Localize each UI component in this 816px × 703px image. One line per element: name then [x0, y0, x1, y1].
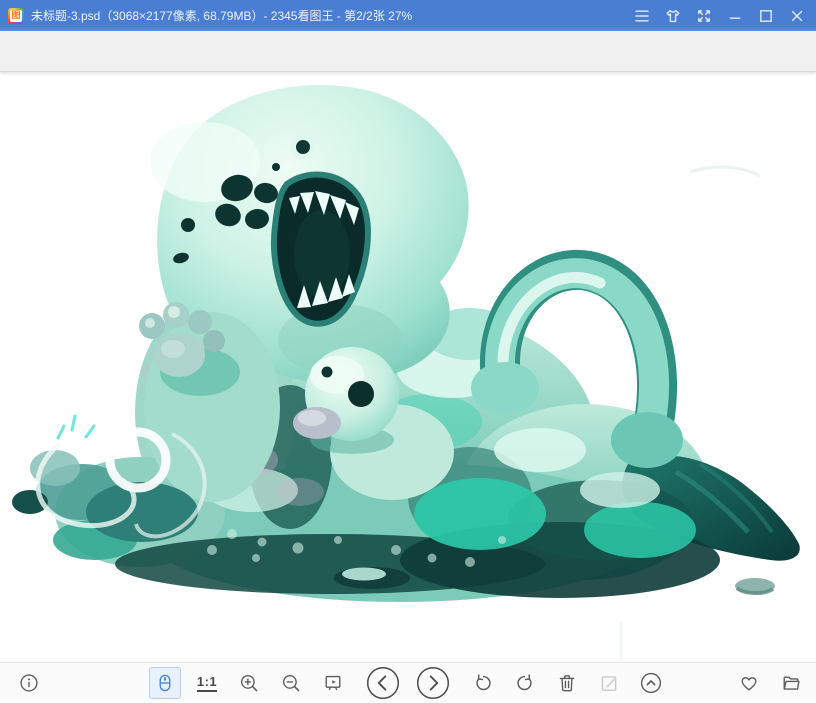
- window-controls: [626, 0, 812, 31]
- actual-size-label: 1:1: [196, 675, 218, 692]
- app-logo-icon: 图: [8, 7, 24, 24]
- pencil-square-icon: [601, 676, 617, 691]
- zoom-out-button[interactable]: [270, 663, 312, 703]
- image-info-button[interactable]: [8, 663, 50, 703]
- titlebar: 图 未标题-3.psd（3068×2177像素, 68.79MB）- 2345看…: [0, 0, 816, 31]
- app-logo-glyph: 图: [10, 9, 22, 22]
- favorite-button[interactable]: [728, 663, 770, 703]
- expand-arrows-icon: [697, 9, 710, 22]
- pan-tool-button[interactable]: [149, 667, 181, 699]
- info-circle-icon: [20, 674, 38, 692]
- bottom-toolbar: 1:1: [0, 662, 816, 702]
- close-icon: [791, 10, 802, 21]
- mouse-icon: [159, 674, 171, 692]
- image-canvas[interactable]: [0, 72, 816, 662]
- artwork-image: [12, 84, 800, 660]
- maximize-icon: [759, 9, 772, 22]
- sparkles: [56, 414, 96, 440]
- eye: [296, 140, 310, 154]
- tshirt-icon: [666, 9, 679, 22]
- chevron-right-circle-icon: [416, 666, 450, 700]
- slideshow-play-icon: [325, 675, 341, 691]
- chevron-left-circle-icon: [366, 666, 400, 700]
- magnifier-minus-icon: [282, 674, 300, 692]
- next-image-button[interactable]: [412, 663, 454, 703]
- minimize-button[interactable]: [719, 0, 750, 31]
- heart-icon: [741, 677, 757, 691]
- zoom-in-button[interactable]: [228, 663, 270, 703]
- main-menu-button[interactable]: [626, 0, 657, 31]
- rotate-cw-icon: [517, 674, 532, 691]
- actual-size-button[interactable]: 1:1: [186, 663, 228, 703]
- folder-icon: [783, 676, 800, 690]
- minimize-icon: [729, 17, 740, 19]
- skin-theme-button[interactable]: [657, 0, 688, 31]
- chevron-up-circle-icon: [640, 672, 662, 694]
- fullscreen-button[interactable]: [688, 0, 719, 31]
- trash-icon: [559, 675, 575, 692]
- delete-image-button[interactable]: [546, 663, 588, 703]
- rotate-ccw-icon: [476, 674, 491, 691]
- collapse-bar-button[interactable]: [630, 663, 672, 703]
- open-folder-button[interactable]: [770, 663, 812, 703]
- previous-image-button[interactable]: [362, 663, 404, 703]
- window-title: 未标题-3.psd（3068×2177像素, 68.79MB）- 2345看图王…: [31, 9, 413, 23]
- rotate-left-button[interactable]: [462, 663, 504, 703]
- magnifier-plus-icon: [240, 674, 258, 692]
- edit-image-button[interactable]: [588, 663, 630, 703]
- companion-eye: [348, 381, 374, 407]
- collapsed-toolbar-strip: [0, 31, 816, 72]
- close-button[interactable]: [781, 0, 812, 31]
- maximize-button[interactable]: [750, 0, 781, 31]
- hamburger-icon: [634, 10, 649, 21]
- rotate-right-button[interactable]: [504, 663, 546, 703]
- slideshow-button[interactable]: [312, 663, 354, 703]
